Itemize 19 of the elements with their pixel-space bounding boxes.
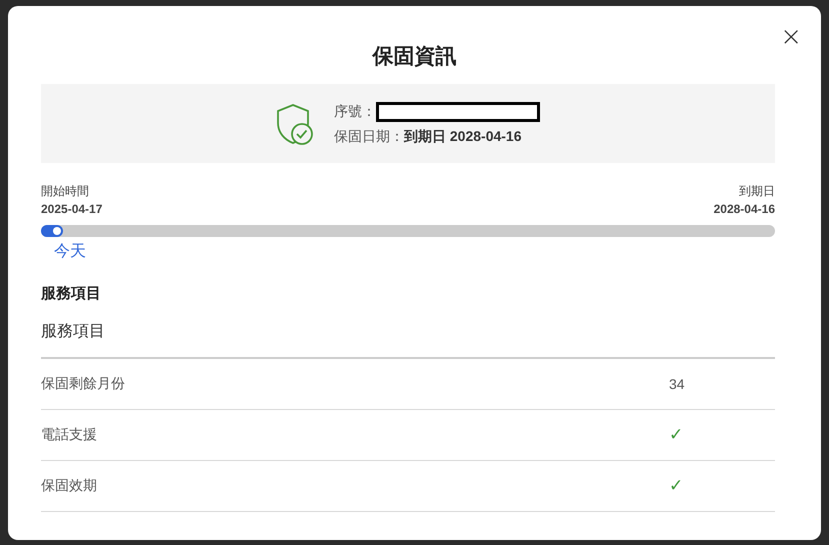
check-icon: ✓	[666, 476, 775, 496]
remaining-months: 34	[669, 376, 686, 392]
check-icon: ✓	[666, 425, 775, 445]
end-date: 2028-04-16	[714, 202, 775, 216]
dialog-title: 保固資訊	[371, 44, 458, 70]
shield-check-icon	[276, 102, 314, 144]
column-header: 服務項目	[41, 321, 775, 359]
serial-label: 序號：	[334, 102, 376, 120]
start-date: 2025-04-17	[41, 202, 102, 216]
today-label: 今天	[54, 242, 86, 262]
close-button[interactable]: ×	[778, 25, 804, 49]
service-label: 電話支援	[41, 426, 98, 444]
expiry-date: 到期日 2028-04-16	[404, 128, 522, 146]
start-label: 開始時間	[41, 183, 90, 200]
warranty-date-label: 保固日期：	[334, 128, 404, 146]
section-heading: 服務項目	[41, 284, 102, 303]
service-label: 保固效期	[41, 477, 98, 495]
end-label: 到期日	[739, 183, 775, 200]
service-label: 保固剩餘月份	[41, 375, 126, 393]
